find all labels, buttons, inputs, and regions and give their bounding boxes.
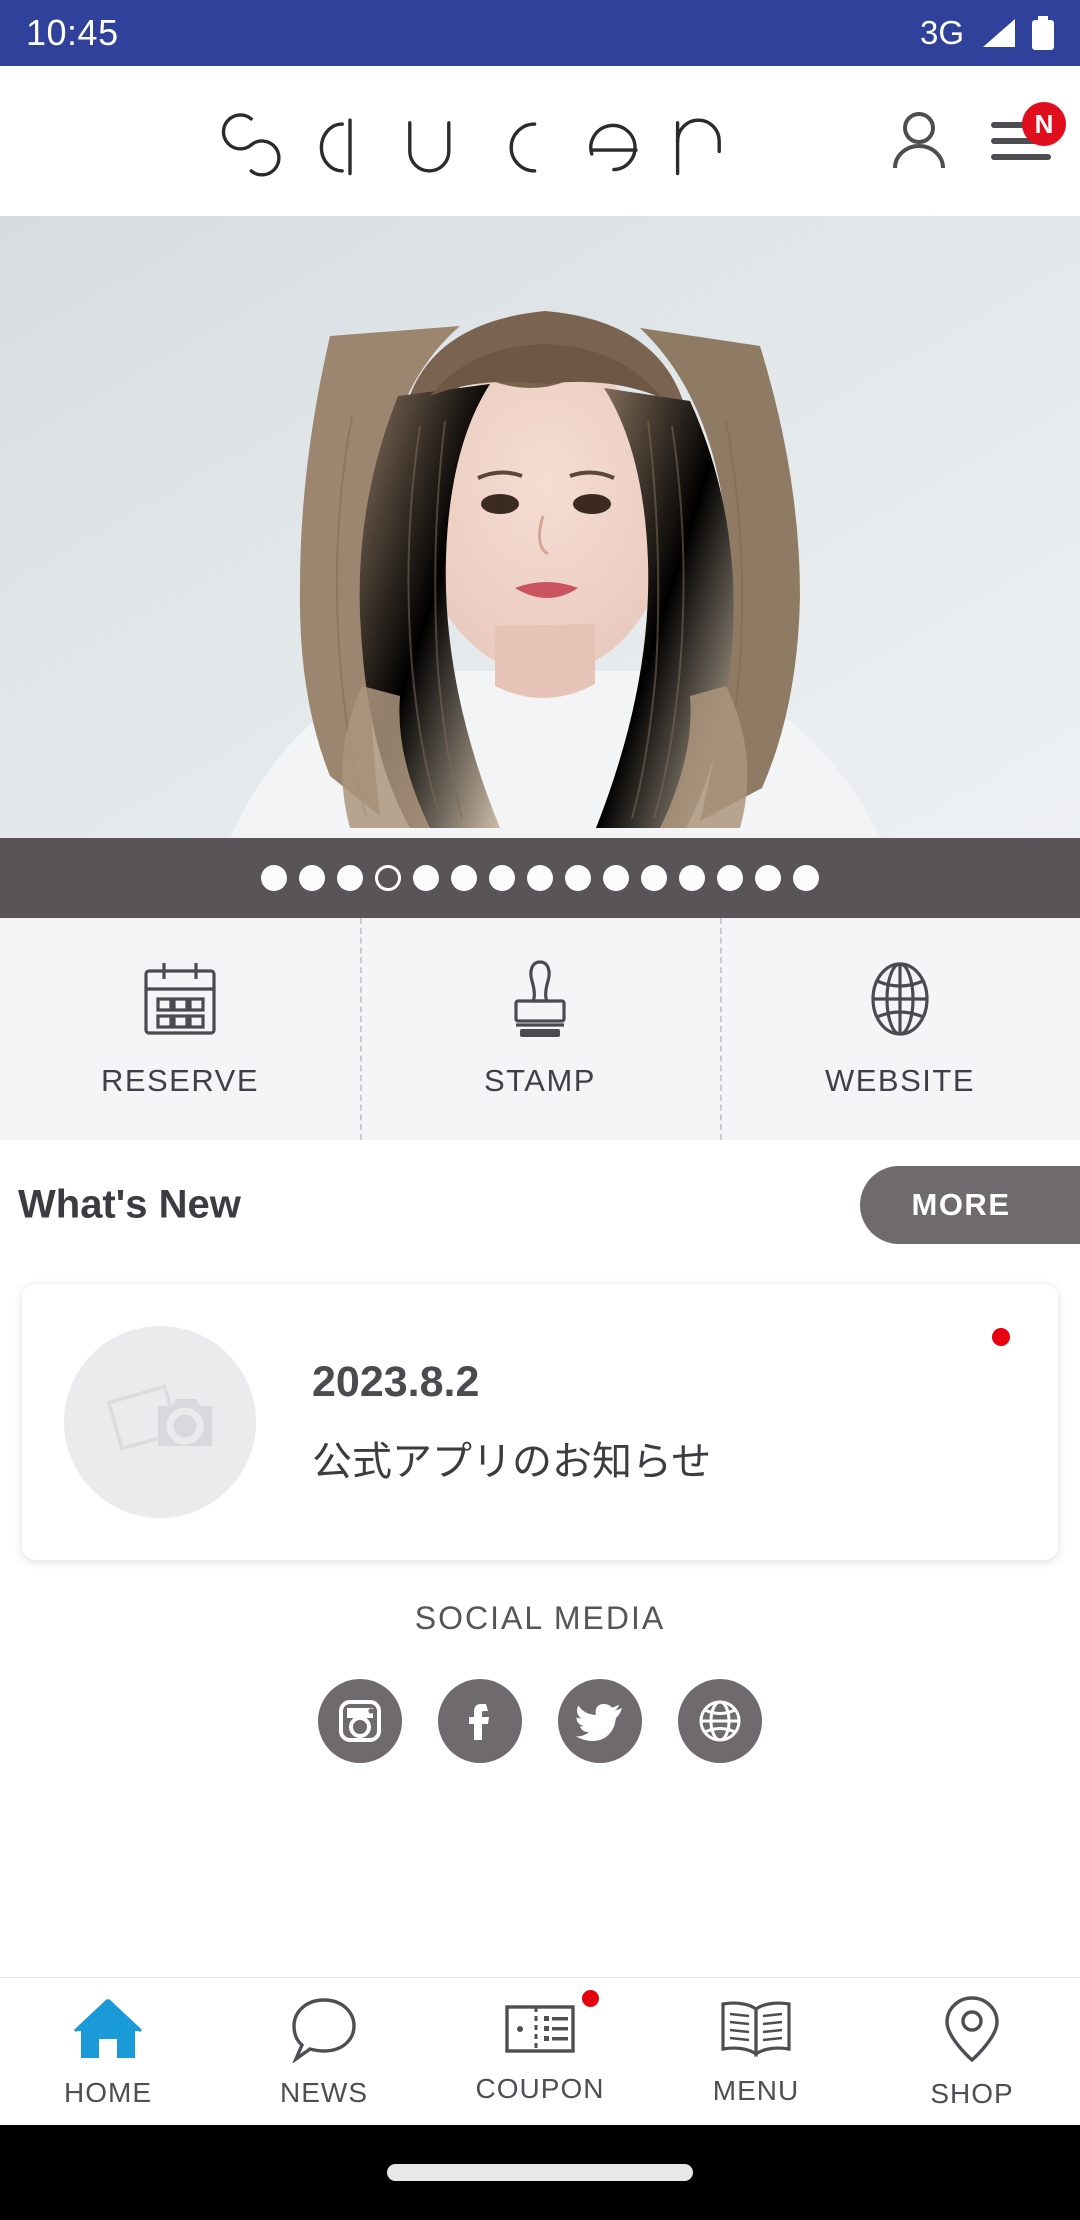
app-screen: 10:45 3G N RESERVE STAMP WEBSITE What's …: [0, 0, 1080, 2220]
carousel-dot[interactable]: [679, 865, 705, 891]
carousel-dot[interactable]: [717, 865, 743, 891]
carousel-dot[interactable]: [641, 865, 667, 891]
quick-action-label: WEBSITE: [824, 1063, 975, 1098]
status-bar-indicators: 3G: [920, 14, 1054, 52]
carousel-dot[interactable]: [261, 865, 287, 891]
saucer-wordmark-icon: [221, 113, 721, 177]
nav-label: NEWS: [280, 2076, 368, 2108]
instagram-icon: [339, 1700, 381, 1742]
nav-label: MENU: [712, 2074, 800, 2106]
carousel-dot[interactable]: [793, 865, 819, 891]
social-media-section: SOCIAL MEDIA: [0, 1600, 1080, 1763]
quick-action-bar: RESERVE STAMP WEBSITE: [0, 918, 1080, 1140]
news-title: 公式アプリのお知らせ: [312, 1439, 712, 1484]
twitter-icon: [576, 1704, 622, 1741]
nav-item-menu[interactable]: MENU: [648, 1978, 864, 2125]
quick-action-stamp[interactable]: STAMP: [360, 918, 720, 1140]
nav-item-coupon[interactable]: COUPON: [432, 1978, 648, 2125]
menu-notification-badge: N: [1022, 102, 1066, 146]
calendar-icon: [144, 963, 216, 1035]
carousel-dot[interactable]: [565, 865, 591, 891]
person-icon: [893, 112, 945, 169]
nav-item-home[interactable]: HOME: [0, 1978, 216, 2125]
globe-icon: [871, 962, 929, 1036]
carousel-pagination[interactable]: [0, 838, 1080, 918]
status-bar-clock: 10:45: [26, 12, 119, 53]
system-gesture-bar: [0, 2125, 1080, 2220]
carousel-dot[interactable]: [527, 865, 553, 891]
social-link-facebook[interactable]: [438, 1679, 522, 1763]
nav-label: SHOP: [930, 2077, 1014, 2109]
carousel-dot[interactable]: [451, 865, 477, 891]
social-link-website[interactable]: [678, 1679, 762, 1763]
globe-icon: [699, 1700, 741, 1742]
speech-bubble-icon: [292, 1997, 356, 2063]
quick-action-label: STAMP: [484, 1063, 596, 1098]
carousel-dot[interactable]: [337, 865, 363, 891]
status-bar: 10:45 3G: [0, 0, 1080, 66]
whats-new-header: What's New MORE: [0, 1140, 1080, 1270]
app-header: N: [0, 66, 1080, 216]
bottom-navigation: HOME NEWS COUPON MENU SHOP: [0, 1977, 1080, 2125]
coupon-badge: [582, 1990, 599, 2007]
social-media-links: [0, 1679, 1080, 1763]
news-unread-badge: [992, 1328, 1010, 1346]
news-list-item[interactable]: 2023.8.2 公式アプリのお知らせ: [22, 1284, 1058, 1560]
stamp-icon: [514, 960, 566, 1037]
carousel-dot-active[interactable]: [375, 865, 401, 891]
header-icon-group: N: [890, 102, 1066, 172]
facebook-icon: [469, 1704, 489, 1740]
carousel-dot[interactable]: [299, 865, 325, 891]
nav-label: COUPON: [475, 2072, 605, 2104]
account-button[interactable]: [890, 110, 948, 172]
whats-new-title: What's New: [18, 1182, 241, 1227]
carousel-dot[interactable]: [489, 865, 515, 891]
carousel-dot[interactable]: [413, 865, 439, 891]
social-link-twitter[interactable]: [558, 1679, 642, 1763]
quick-action-website[interactable]: WEBSITE: [720, 918, 1080, 1140]
menu-button[interactable]: N: [990, 102, 1066, 164]
home-gesture-handle[interactable]: [387, 2164, 693, 2181]
location-pin-icon: [945, 1995, 999, 2062]
social-media-title: SOCIAL MEDIA: [414, 1600, 666, 1636]
photo-camera-placeholder-icon: [106, 1384, 212, 1451]
nav-label: HOME: [64, 2076, 152, 2108]
hero-photo: [0, 216, 1080, 838]
coupon-ticket-icon: [505, 2004, 575, 2053]
nav-item-news[interactable]: NEWS: [216, 1978, 432, 2125]
quick-action-reserve[interactable]: RESERVE: [0, 918, 360, 1140]
quick-action-label: RESERVE: [100, 1063, 260, 1098]
hero-carousel-image[interactable]: [0, 216, 1080, 838]
nav-item-shop[interactable]: SHOP: [864, 1978, 1080, 2125]
carousel-dot[interactable]: [603, 865, 629, 891]
news-thumbnail: [64, 1326, 256, 1518]
social-link-instagram[interactable]: [318, 1679, 402, 1763]
news-content: 2023.8.2 公式アプリのお知らせ: [312, 1358, 711, 1487]
signal-bars-icon: [983, 19, 1015, 47]
open-book-icon: [721, 2000, 791, 2057]
carousel-dot[interactable]: [755, 865, 781, 891]
network-type-label: 3G: [919, 14, 964, 51]
home-icon: [73, 1998, 143, 2058]
news-date: 2023.8.2: [312, 1357, 480, 1406]
whats-new-more-button[interactable]: MORE: [860, 1166, 1080, 1244]
battery-full-icon: [1032, 16, 1054, 50]
